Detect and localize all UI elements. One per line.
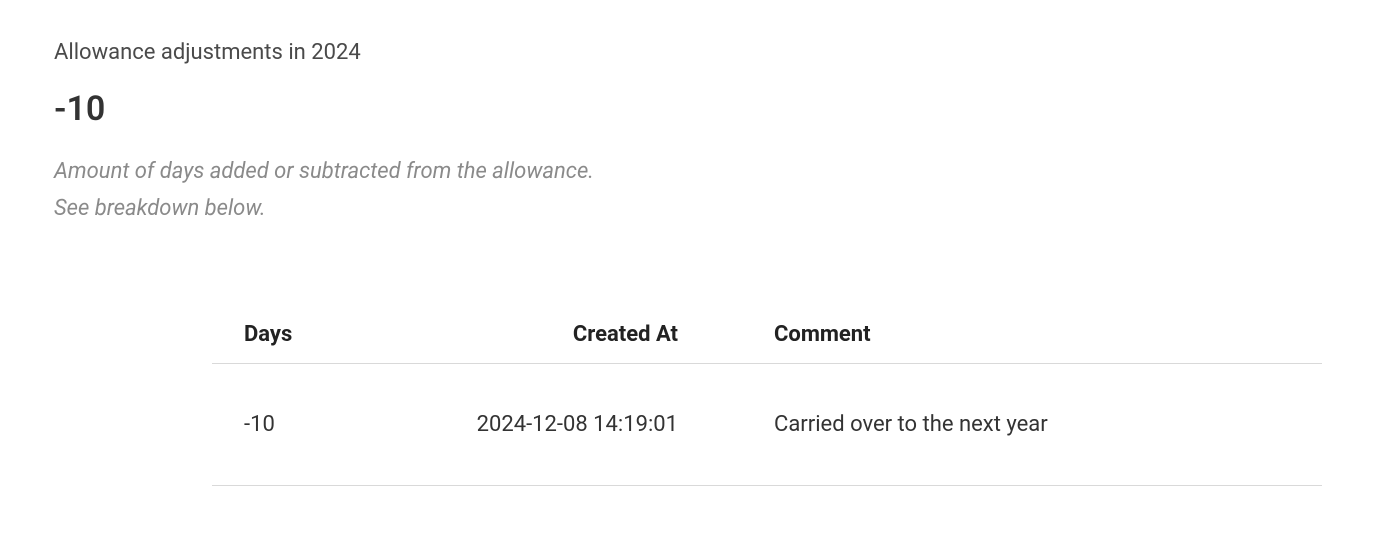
table-header-row: Days Created At Comment — [212, 308, 1322, 364]
allowance-adjustments-section: Allowance adjustments in 2024 -10 Amount… — [54, 40, 1322, 486]
breakdown-table-wrap: Days Created At Comment -10 2024-12-08 1… — [212, 308, 1322, 486]
table-row: -10 2024-12-08 14:19:01 Carried over to … — [212, 363, 1322, 485]
col-header-comment: Comment — [742, 308, 1322, 364]
section-description: Amount of days added or subtracted from … — [54, 153, 1322, 228]
summary-value: -10 — [54, 89, 1322, 129]
breakdown-table: Days Created At Comment -10 2024-12-08 1… — [212, 308, 1322, 486]
description-line2: See breakdown below. — [54, 196, 266, 221]
cell-created-at: 2024-12-08 14:19:01 — [382, 363, 742, 485]
section-title: Allowance adjustments in 2024 — [54, 40, 1322, 65]
cell-comment: Carried over to the next year — [742, 363, 1322, 485]
cell-days: -10 — [212, 363, 382, 485]
description-line1: Amount of days added or subtracted from … — [54, 159, 594, 184]
col-header-created-at: Created At — [382, 308, 742, 364]
col-header-days: Days — [212, 308, 382, 364]
